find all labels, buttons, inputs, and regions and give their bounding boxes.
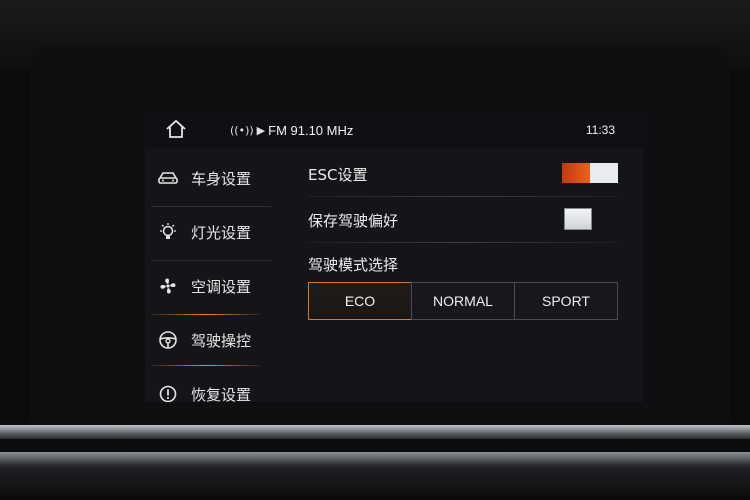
- alert-icon: [157, 383, 179, 402]
- toggle-knob: [590, 163, 618, 183]
- sidebar-item-label: 灯光设置: [191, 223, 252, 242]
- sidebar-item-label: 车身设置: [191, 169, 252, 188]
- sidebar-item-label: 恢复设置: [191, 385, 252, 403]
- drive-mode-row: 驾驶模式选择: [308, 240, 626, 286]
- radio-status[interactable]: ((•)) ▶ FM 91.10 MHz: [230, 121, 353, 139]
- radio-frequency: FM 91.10 MHz: [268, 122, 354, 138]
- save-preference-checkbox[interactable]: [564, 208, 592, 230]
- status-bar: ((•)) ▶ FM 91.10 MHz 11:33: [145, 112, 643, 148]
- save-preference-row: 保存驾驶偏好: [308, 196, 626, 242]
- fan-icon: [157, 275, 179, 297]
- car-body-icon: [157, 167, 179, 189]
- settings-sidebar: 车身设置 灯光设置 空调设置 驾驶操控 恢复设置: [145, 148, 280, 402]
- mode-normal-button[interactable]: NORMAL: [411, 282, 515, 320]
- dashboard-bottom: [0, 470, 750, 500]
- mode-sport-button[interactable]: SPORT: [514, 282, 618, 320]
- drive-mode-selector: ECO NORMAL SPORT: [308, 282, 618, 320]
- mode-eco-button[interactable]: ECO: [308, 282, 412, 320]
- radio-signal-icon: ((•)): [230, 123, 254, 137]
- sidebar-item-climate[interactable]: 空调设置: [145, 260, 280, 312]
- toggle-on-segment: [562, 163, 590, 183]
- sidebar-item-lights[interactable]: 灯光设置: [145, 206, 280, 258]
- save-preference-label: 保存驾驶偏好: [308, 212, 399, 230]
- clock: 11:33: [585, 123, 615, 137]
- sidebar-item-label: 空调设置: [191, 277, 252, 296]
- esc-label: ESC设置: [308, 166, 368, 184]
- infotainment-screen: ((•)) ▶ FM 91.10 MHz 11:33 车身设置 灯光设置 空调设…: [145, 112, 643, 402]
- drive-mode-label: 驾驶模式选择: [308, 256, 399, 274]
- settings-panel: ESC设置 保存驾驶偏好 驾驶模式选择 ECO NORMAL SPORT: [280, 148, 643, 402]
- esc-setting-row: ESC设置: [308, 150, 626, 196]
- chrome-trim: [0, 425, 750, 439]
- light-bulb-icon: [157, 221, 179, 243]
- home-icon[interactable]: [165, 118, 187, 140]
- sidebar-item-label: 驾驶操控: [191, 331, 252, 350]
- sidebar-item-driving[interactable]: 驾驶操控: [145, 314, 280, 366]
- chrome-trim-lower: [0, 452, 750, 470]
- play-icon: ▶: [256, 123, 266, 137]
- sidebar-item-body[interactable]: 车身设置: [145, 152, 280, 204]
- steering-wheel-icon: [157, 329, 179, 351]
- esc-toggle[interactable]: [562, 163, 618, 183]
- sidebar-item-reset[interactable]: 恢复设置: [145, 368, 280, 402]
